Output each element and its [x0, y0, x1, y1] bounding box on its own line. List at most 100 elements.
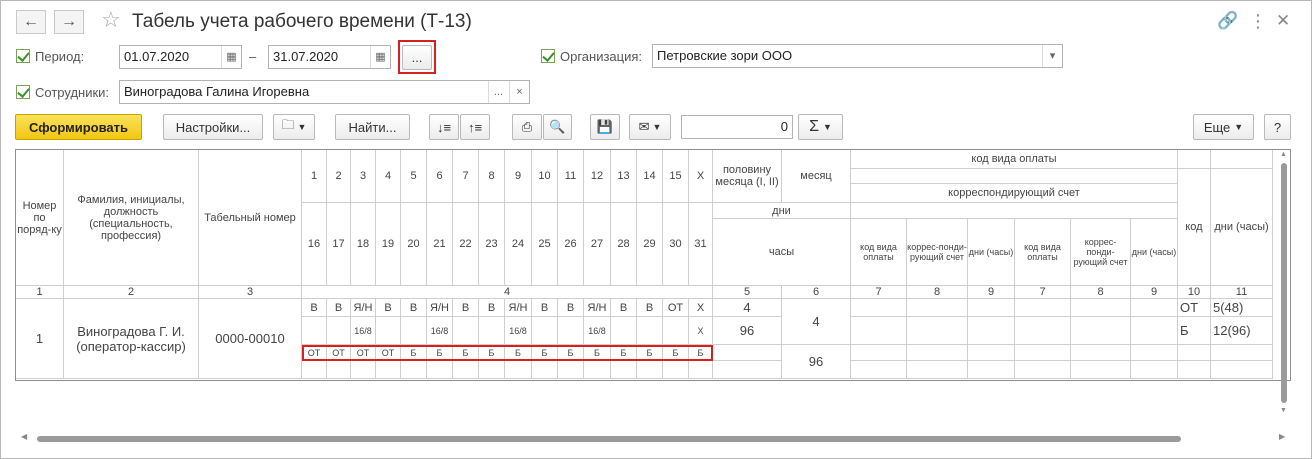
- settings-button[interactable]: Настройки...: [163, 114, 263, 140]
- day-header-bottom: 26: [558, 203, 584, 286]
- employees-select-button[interactable]: ...: [488, 81, 508, 103]
- back-arrow-icon[interactable]: ←: [16, 10, 46, 34]
- more-menu-icon[interactable]: ⋮: [1249, 9, 1267, 33]
- link-icon[interactable]: 🔗: [1217, 9, 1238, 33]
- day-code-top: В: [558, 299, 584, 317]
- day-header-bottom: 29: [637, 203, 663, 286]
- pay-cell: [1015, 299, 1071, 317]
- half-month-hours: 96: [713, 317, 782, 345]
- col-header-half-month: половину месяца (I, II): [713, 150, 782, 203]
- col-header-days: дни: [713, 203, 851, 219]
- calendar-icon[interactable]: ▦: [370, 46, 390, 68]
- day-header-bottom: 28: [611, 203, 637, 286]
- day-header-top: 9: [505, 150, 532, 203]
- day-header-top: 8: [479, 150, 505, 203]
- day-header-top: 6: [427, 150, 453, 203]
- day-hours-bottom: [427, 361, 453, 379]
- column-number: 5: [713, 286, 782, 299]
- chevron-down-icon[interactable]: ▾: [1042, 45, 1062, 67]
- day-header-top: 15: [663, 150, 689, 203]
- day-hours-top: 16/8: [584, 317, 611, 345]
- col-header-blank: [851, 169, 1178, 184]
- col-header-month: месяц: [782, 150, 851, 203]
- vertical-scrollbar[interactable]: ▲ ▼: [1277, 151, 1290, 417]
- print-preview-icon[interactable]: 🔍: [543, 114, 572, 140]
- day-hours-bottom: [611, 361, 637, 379]
- column-number: 8: [907, 286, 968, 299]
- day-code-top: В: [327, 299, 351, 317]
- day-hours-top: 16/8: [427, 317, 453, 345]
- day-header-top: 14: [637, 150, 663, 203]
- report-window: ← → ☆ Табель учета рабочего времени (Т-1…: [0, 0, 1312, 459]
- day-hours-bottom: [327, 361, 351, 379]
- organization-checkbox[interactable]: [541, 49, 555, 63]
- day-header-bottom: 25: [532, 203, 558, 286]
- month-days: 4: [782, 299, 851, 345]
- row-num: 1: [16, 299, 64, 379]
- sum-field[interactable]: 0: [681, 115, 793, 139]
- scroll-right-icon[interactable]: ▶: [1279, 432, 1285, 441]
- pay-cell: [1131, 317, 1178, 345]
- sort-asc-icon[interactable]: ↑≡: [460, 114, 490, 140]
- help-button[interactable]: ?: [1264, 114, 1291, 140]
- scroll-down-icon[interactable]: ▼: [1280, 407, 1287, 414]
- generate-button[interactable]: Сформировать: [15, 114, 142, 140]
- pay-cell: [907, 299, 968, 317]
- col-header-days-hours: дни (часы): [968, 219, 1015, 286]
- employees-clear-button[interactable]: ×: [509, 81, 529, 103]
- day-header-top: 2: [327, 150, 351, 203]
- pay-cell: [907, 345, 968, 361]
- find-button[interactable]: Найти...: [335, 114, 410, 140]
- day-hours-bottom: [479, 361, 505, 379]
- sigma-icon: Σ: [809, 118, 819, 135]
- organization-field[interactable]: Петровские зори ООО ▾: [652, 44, 1063, 68]
- day-header-bottom: 22: [453, 203, 479, 286]
- period-checkbox[interactable]: [16, 49, 30, 63]
- calendar-icon[interactable]: ▦: [221, 46, 241, 68]
- horizontal-scrollbar[interactable]: ◀ ▶: [17, 432, 1291, 446]
- print-icon[interactable]: ⎙: [512, 114, 542, 140]
- scroll-up-icon[interactable]: ▲: [1280, 151, 1287, 158]
- pay-cell: [1015, 317, 1071, 345]
- period-to-field[interactable]: 31.07.2020 ▦: [268, 45, 391, 69]
- favorite-star-icon[interactable]: ☆: [101, 8, 121, 32]
- absence-days-3: [1211, 345, 1273, 361]
- close-icon[interactable]: ✕: [1276, 9, 1290, 33]
- day-header-top: 3: [351, 150, 376, 203]
- col-header-code: код: [1178, 169, 1211, 286]
- col-header-name: Фамилия, инициалы, должность (специально…: [64, 150, 199, 286]
- day-hours-bottom: [376, 361, 401, 379]
- day-code-top: В: [611, 299, 637, 317]
- pay-cell: [907, 317, 968, 345]
- day-header-bottom: 21: [427, 203, 453, 286]
- day-hours-top: [479, 317, 505, 345]
- column-number: 6: [782, 286, 851, 299]
- period-from-field[interactable]: 01.07.2020 ▦: [119, 45, 242, 69]
- forward-arrow-icon[interactable]: →: [54, 10, 84, 34]
- pay-cell: [851, 361, 907, 379]
- sum-button[interactable]: Σ ▼: [798, 114, 843, 140]
- more-button[interactable]: Еще ▼: [1193, 114, 1254, 140]
- sort-desc-icon[interactable]: ↓≡: [429, 114, 459, 140]
- employees-label: Сотрудники:: [35, 85, 110, 100]
- col-header-num: Номер по поряд-ку: [16, 150, 64, 286]
- scroll-left-icon[interactable]: ◀: [21, 432, 27, 441]
- save-icon[interactable]: 💾: [590, 114, 620, 140]
- send-email-button[interactable]: ✉ ▼: [629, 114, 671, 140]
- horizontal-scroll-thumb[interactable]: [37, 436, 1181, 442]
- pay-cell: [1015, 361, 1071, 379]
- vertical-scroll-thumb[interactable]: [1281, 163, 1287, 403]
- day-header-bottom: 19: [376, 203, 401, 286]
- chevron-down-icon: ▼: [822, 122, 832, 132]
- employees-checkbox[interactable]: [16, 85, 30, 99]
- period-button-highlight: [398, 40, 436, 74]
- pay-cell: [968, 345, 1015, 361]
- pay-cell: [1131, 345, 1178, 361]
- employees-field[interactable]: Виноградова Галина Игоревна ... ×: [119, 80, 530, 104]
- day-hours-bottom: [663, 361, 689, 379]
- variants-button[interactable]: 🗀 ▼: [273, 114, 315, 140]
- day-hours-top: 16/8: [351, 317, 376, 345]
- day-code-top: В: [302, 299, 327, 317]
- day-codes-highlight: [302, 345, 713, 361]
- day-code-top: В: [637, 299, 663, 317]
